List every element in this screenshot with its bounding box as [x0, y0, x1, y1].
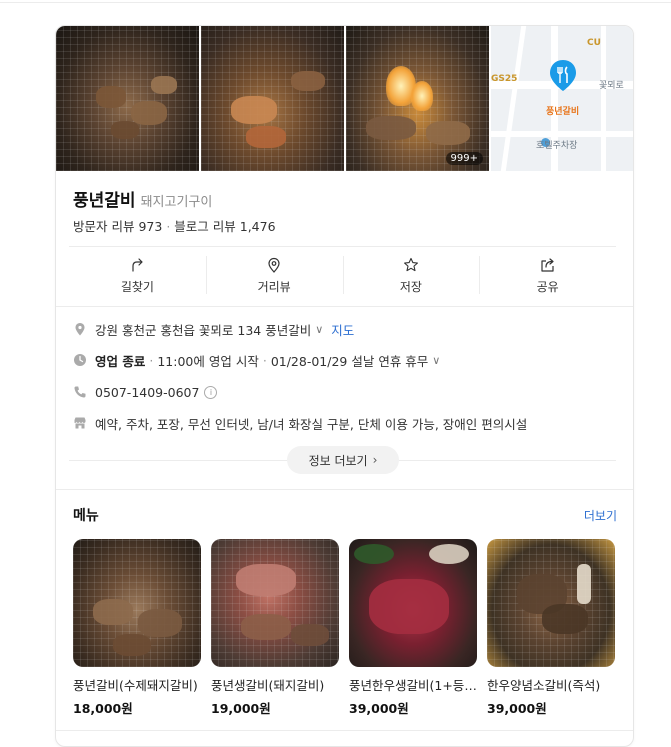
menu-item-image[interactable]	[349, 539, 477, 667]
menu-item[interactable]: 풍년한우생갈비(1+등급) 39,000원	[349, 539, 477, 717]
place-category: 돼지고기구이	[140, 195, 213, 210]
street-view-label: 거리뷰	[257, 280, 291, 294]
menu-item-name: 한우양념소갈비(즉석)	[487, 678, 601, 693]
photo-3[interactable]: 999+	[346, 26, 489, 171]
map-link[interactable]: 지도	[331, 320, 354, 339]
menu-item-name: 풍년갈비(수제돼지갈비)	[73, 678, 198, 693]
more-info-button[interactable]: 정보 더보기 ›	[287, 446, 399, 474]
menu-item[interactable]: 한우양념소갈비(즉석) 39,000원	[487, 539, 615, 717]
save-button[interactable]: 저장	[342, 247, 480, 299]
map-pin-icon	[550, 60, 576, 91]
menu-item[interactable]: 풍년갈비(수제돼지갈비) 18,000원	[73, 539, 201, 717]
map-cu-label: CU	[587, 38, 601, 48]
map-parking-label: 호텔주차장	[536, 141, 578, 151]
map-gs25-label: GS25	[491, 74, 518, 84]
directions-label: 길찾기	[120, 280, 154, 294]
phone-icon	[74, 386, 86, 398]
chevron-down-icon[interactable]: ∨	[432, 354, 440, 367]
directions-button[interactable]: 길찾기	[69, 247, 206, 299]
blog-reviews-link[interactable]: 블로그 리뷰 1,476	[174, 219, 275, 234]
action-bar: 길찾기 거리뷰 저장 공유	[69, 247, 616, 299]
photo-2[interactable]	[201, 26, 344, 171]
hours-row: 영업 종료 · 11:00에 영업 시작 · 01/28-01/29 설날 연휴…	[73, 350, 440, 370]
map-thumbnail[interactable]: CU GS25 꽃뫼로 풍년갈비 호텔주차장	[491, 26, 633, 171]
share-label: 공유	[536, 280, 559, 294]
clock-icon	[74, 354, 86, 366]
menu-item-name: 풍년한우생갈비(1+등급)	[349, 678, 477, 693]
menu-item-price: 18,000원	[73, 701, 133, 716]
menu-item-image[interactable]	[73, 539, 201, 667]
menu-item-name: 풍년생갈비(돼지갈비)	[211, 678, 325, 693]
photo-strip: 999+ CU GS25 꽃뫼로 풍년갈비 호텔주차장	[56, 26, 633, 171]
photo-count-badge: 999+	[445, 152, 483, 165]
title-row: 풍년갈비 돼지고기구이	[73, 186, 212, 211]
menu-item-price: 19,000원	[211, 701, 271, 716]
address-row: 강원 홍천군 홍천읍 꽃뫼로 134 풍년갈비 ∨ 지도	[73, 319, 354, 339]
map-street-label: 꽃뫼로	[599, 81, 624, 91]
menu-more-link[interactable]: 더보기	[584, 507, 617, 524]
info-icon[interactable]: i	[204, 385, 218, 399]
visitor-reviews-link[interactable]: 방문자 리뷰 973	[73, 219, 162, 234]
save-label: 저장	[399, 280, 422, 294]
divider	[56, 489, 633, 490]
chevron-right-icon: ›	[372, 453, 378, 467]
photo-1[interactable]	[56, 26, 199, 171]
divider	[56, 730, 633, 731]
top-divider	[0, 2, 671, 3]
share-button[interactable]: 공유	[479, 247, 616, 299]
menu-item-price: 39,000원	[349, 701, 409, 716]
chevron-down-icon[interactable]: ∨	[315, 323, 323, 336]
menu-heading: 메뉴	[73, 508, 99, 524]
phone-number[interactable]: 0507-1409-0607	[95, 385, 199, 400]
menu-item-price: 39,000원	[487, 701, 547, 716]
divider	[56, 306, 633, 307]
directions-icon	[132, 258, 143, 272]
place-name[interactable]: 풍년갈비	[73, 191, 136, 211]
share-icon	[541, 258, 554, 272]
facilities-text: 예약, 주차, 포장, 무선 인터넷, 남/녀 화장실 구분, 단체 이용 가능…	[95, 416, 528, 432]
store-icon	[74, 417, 86, 429]
menu-item-image[interactable]	[487, 539, 615, 667]
hours-next-open: 11:00에 영업 시작	[157, 353, 259, 369]
holiday-notice: 01/28-01/29 설날 연휴 휴무	[270, 353, 429, 369]
street-view-icon	[268, 257, 280, 273]
street-view-button[interactable]: 거리뷰	[205, 247, 343, 299]
place-card: 999+ CU GS25 꽃뫼로 풍년갈비 호텔주차장 풍년갈비 돼지고기구이 방…	[55, 25, 634, 747]
menu-item-image[interactable]	[211, 539, 339, 667]
facilities-row: 예약, 주차, 포장, 무선 인터넷, 남/녀 화장실 구분, 단체 이용 가능…	[73, 413, 527, 433]
map-place-label: 풍년갈비	[546, 107, 580, 117]
more-info-label: 정보 더보기	[308, 453, 368, 468]
hours-status: 영업 종료	[95, 353, 146, 369]
star-icon	[403, 257, 418, 272]
address-text[interactable]: 강원 홍천군 홍천읍 꽃뫼로 134 풍년갈비	[95, 320, 311, 339]
location-pin-icon	[75, 323, 85, 336]
review-counts: 방문자 리뷰 973 · 블로그 리뷰 1,476	[73, 219, 276, 234]
phone-row: 0507-1409-0607 i	[73, 382, 218, 402]
menu-item[interactable]: 풍년생갈비(돼지갈비) 19,000원	[211, 539, 339, 717]
